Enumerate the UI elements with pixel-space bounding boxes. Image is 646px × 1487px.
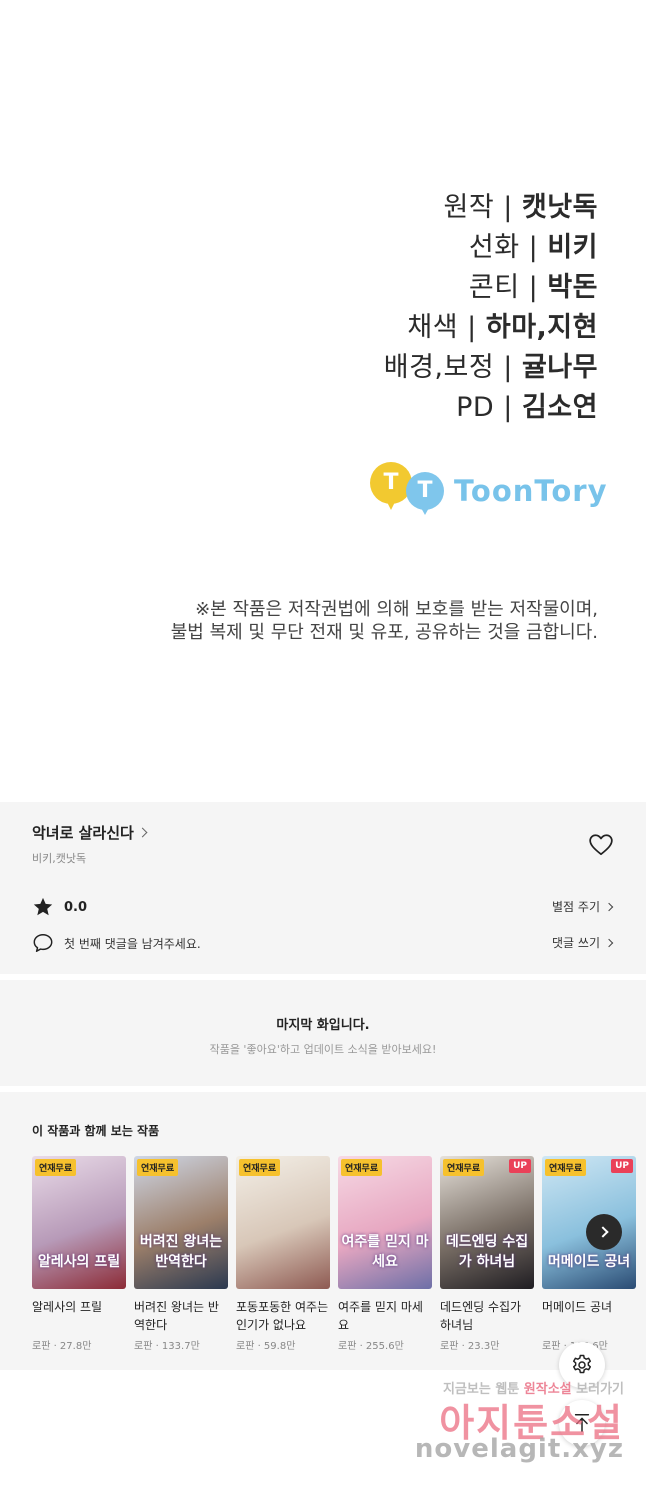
free-serial-badge: 연재무료 bbox=[239, 1159, 281, 1176]
recommendation-meta: 로판 · 23.3만 bbox=[440, 1341, 500, 1352]
cover-thumbnail: 연재무료버려진 왕녀는 반역한다 bbox=[134, 1156, 228, 1289]
recommendation-card[interactable]: 연재무료 여주를 믿지 마세요 여주를 믿지 마세요 로판 · 255.6만 bbox=[338, 1156, 432, 1352]
credit-role: PD | bbox=[456, 392, 522, 423]
cover-title-art: 버려진 왕녀는 반역한다 bbox=[139, 1234, 223, 1270]
toontory-logo: T T ToonTory bbox=[368, 458, 608, 520]
watermark-text: 지금보는 웹툰 bbox=[442, 1382, 524, 1397]
credit-role: 선화 | bbox=[468, 232, 548, 263]
comment-prompt: 첫 번째 댓글을 남겨주세요. bbox=[32, 932, 201, 954]
credit-line: 선화 | 비키 bbox=[384, 228, 598, 268]
credit-name: 하마,지현 bbox=[485, 312, 598, 343]
logo-bubble-yellow: T bbox=[370, 462, 412, 504]
chevron-right-icon bbox=[604, 938, 614, 947]
recommendation-title: 포동포동한 여주는 인기가 없나요 bbox=[236, 1300, 329, 1332]
cover-title-art: 데드엔딩 수집가 하녀님 bbox=[445, 1234, 529, 1270]
cover-title-art: 알레사의 프릴 bbox=[37, 1254, 121, 1270]
rate-button-label: 별점 주기 bbox=[552, 900, 600, 914]
recommendation-meta: 로판 · 27.8만 bbox=[32, 1341, 92, 1352]
credit-line: 원작 | 캣낫독 bbox=[384, 188, 598, 228]
star-icon bbox=[33, 897, 53, 916]
credit-role: 채색 | bbox=[407, 312, 486, 343]
recommendation-card[interactable]: 연재무료포동포동한 여주는 인기가 없나요로판 · 59.8만 bbox=[236, 1156, 330, 1352]
write-comment-button[interactable]: 댓글 쓰기 bbox=[552, 934, 614, 951]
comment-prompt-text: 첫 번째 댓글을 남겨주세요. bbox=[64, 936, 201, 951]
comment-icon bbox=[33, 934, 53, 952]
credit-name: 비키 bbox=[547, 232, 598, 263]
scroll-top-button[interactable] bbox=[559, 1400, 605, 1446]
chevron-right-icon bbox=[596, 1226, 609, 1238]
credit-line: 배경,보정 | 귤나무 bbox=[384, 348, 598, 388]
recommendation-title: 알레사의 프릴 bbox=[32, 1300, 103, 1314]
recommendation-title: 버려진 왕녀는 반역한다 bbox=[134, 1300, 219, 1332]
recommendation-list: 연재무료 알레사의 프릴 알레사의 프릴 로판 · 27.8만 연재무료 버려진 왕녀는 … bbox=[32, 1156, 636, 1352]
credit-name: 박돈 bbox=[547, 272, 598, 303]
credit-list: 원작 | 캣낫독 선화 | 비키 콘티 | 박돈 채색 | 하마,지현 배경,보… bbox=[384, 188, 598, 428]
recommendations-heading: 이 작품과 함께 보는 작품 bbox=[32, 1124, 160, 1138]
recommendations-panel: 이 작품과 함께 보는 작품 연재무료 알레사의 프릴 알레사의 프릴 로판 · 27… bbox=[0, 1092, 646, 1370]
free-serial-badge: 연재무료 bbox=[137, 1159, 179, 1176]
update-badge: UP bbox=[509, 1159, 531, 1173]
chevron-right-icon bbox=[137, 827, 148, 838]
last-episode-subtitle: 작품을 '좋아요'하고 업데이트 소식을 받아보세요! bbox=[209, 1043, 437, 1056]
copyright-notice: ※본 작품은 저작권법에 의해 보호를 받는 저작물이며, 불법 복제 및 무단… bbox=[171, 598, 598, 644]
work-authors: 비키,캣낫독 bbox=[32, 852, 87, 865]
work-info-panel: 악녀로 살라신다 비키,캣낫독 0.0 별점 주기 첫 번째 댓글을 남겨주세요… bbox=[0, 802, 646, 974]
recommendation-card[interactable]: 연재무료 버려진 왕녀는 반역한다 버려진 왕녀는 반역한다 로판 · 133.7만 bbox=[134, 1156, 228, 1352]
free-serial-badge: 연재무료 bbox=[341, 1159, 383, 1176]
watermark-highlight: 원작소설 bbox=[523, 1382, 572, 1397]
credit-role: 콘티 | bbox=[468, 272, 548, 303]
rate-button[interactable]: 별점 주기 bbox=[552, 898, 614, 915]
credit-name: 귤나무 bbox=[521, 352, 598, 383]
recommendation-card[interactable]: 연재무료 알레사의 프릴 알레사의 프릴 로판 · 27.8만 bbox=[32, 1156, 126, 1352]
recommendation-card[interactable]: 연재무료 UP 데드엔딩 수집가 하녀님 데드엔딩 수집가 하녀님 로판 · 23.3만 bbox=[440, 1156, 534, 1352]
logo-wordmark: ToonTory bbox=[454, 474, 608, 508]
cover-title-art: 여주를 믿지 마세요 bbox=[341, 1234, 429, 1270]
credit-line: 콘티 | 박돈 bbox=[384, 268, 598, 308]
notice-line: 불법 복제 및 무단 전재 및 유포, 공유하는 것을 금합니다. bbox=[170, 622, 598, 643]
cover-thumbnail: 연재무료 UP 데드엔딩 수집가 하녀님 bbox=[440, 1156, 534, 1289]
free-serial-badge: 연재무료 bbox=[545, 1159, 587, 1176]
logo-bubble-tail bbox=[420, 506, 430, 515]
recommendation-title: 여주를 믿지 마세요 bbox=[338, 1300, 423, 1332]
free-serial-badge: 연재무료 bbox=[35, 1159, 77, 1176]
recommendation-title: 머메이드 공녀 bbox=[542, 1300, 613, 1314]
credit-name: 김소연 bbox=[521, 392, 598, 423]
logo-bubble-blue: T bbox=[406, 472, 444, 510]
recommendation-card[interactable]: 연재무료UP머메이드 공녀머메이드 공녀로판 · 106.6만 bbox=[542, 1156, 636, 1352]
notice-line: ※본 작품은 저작권법에 의해 보호를 받는 저작물이며, bbox=[195, 599, 598, 620]
gear-icon bbox=[572, 1354, 592, 1374]
free-serial-badge: 연재무료 bbox=[443, 1159, 485, 1176]
credit-line: PD | 김소연 bbox=[384, 388, 598, 428]
recommendation-meta: 로판 · 255.6만 bbox=[338, 1341, 404, 1352]
rating-value: 0.0 bbox=[64, 899, 88, 915]
comic-credits-page: 원작 | 캣낫독 선화 | 비키 콘티 | 박돈 채색 | 하마,지현 배경,보… bbox=[0, 0, 646, 802]
write-comment-label: 댓글 쓰기 bbox=[552, 936, 600, 950]
cover-thumbnail: 연재무료알레사의 프릴 bbox=[32, 1156, 126, 1289]
update-badge: UP bbox=[611, 1159, 633, 1173]
heart-icon[interactable] bbox=[588, 832, 614, 858]
work-title-link[interactable]: 악녀로 살라신다 bbox=[32, 822, 148, 843]
settings-button[interactable] bbox=[559, 1342, 605, 1388]
credit-name: 캣낫독 bbox=[521, 192, 598, 223]
credit-role: 배경,보정 | bbox=[383, 352, 522, 383]
last-episode-panel: 마지막 화입니다. 작품을 '좋아요'하고 업데이트 소식을 받아보세요! bbox=[0, 980, 646, 1086]
logo-bubble-tail bbox=[386, 500, 396, 510]
rating: 0.0 bbox=[32, 896, 87, 918]
cover-thumbnail: 연재무료 bbox=[236, 1156, 330, 1289]
cover-title-art: 머메이드 공녀 bbox=[547, 1254, 631, 1270]
recommendation-meta: 로판 · 133.7만 bbox=[134, 1341, 200, 1352]
credit-role: 원작 | bbox=[443, 192, 522, 223]
chevron-right-icon bbox=[604, 902, 614, 911]
recommendation-title: 데드엔딩 수집가 하녀님 bbox=[440, 1300, 522, 1332]
cover-thumbnail: 연재무료여주를 믿지 마세요 bbox=[338, 1156, 432, 1289]
arrow-up-icon bbox=[574, 1414, 590, 1432]
work-title: 악녀로 살라신다 bbox=[32, 824, 134, 842]
recommendation-meta: 로판 · 59.8만 bbox=[236, 1341, 296, 1352]
carousel-next-button[interactable] bbox=[586, 1214, 622, 1250]
last-episode-title: 마지막 화입니다. bbox=[276, 1018, 370, 1033]
credit-line: 채색 | 하마,지현 bbox=[384, 308, 598, 348]
